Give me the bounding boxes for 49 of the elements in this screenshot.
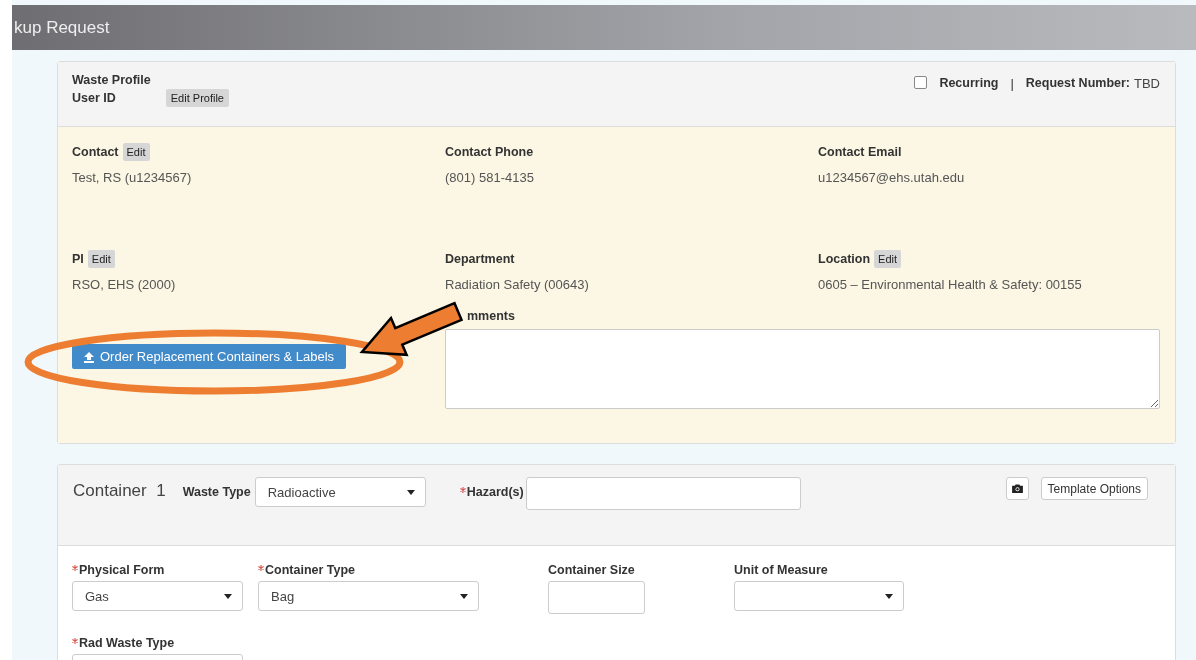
dropdown[interactable]: Gas [72,581,243,611]
caret-icon [885,593,893,599]
request-number: TBD [1134,76,1160,91]
caret-icon [406,489,415,495]
field-label: PI [72,252,84,266]
camera-icon [1011,484,1023,493]
request-number-label: Request Number: [1025,76,1130,90]
container-title: Container 1 [73,481,166,501]
field-label: Rad Waste Type [79,636,175,650]
field-label: Contact [72,145,119,159]
waste-profile-label: Waste Profile [72,73,152,87]
caret-icon [224,593,232,599]
waste-type-select[interactable]: Radioactive [254,477,426,507]
camera-button[interactable] [1005,477,1029,500]
field-label: Contact Phone [445,145,534,159]
field-value: u1234567@ehs.utah.edu [818,170,966,185]
comments-label: mments [466,309,516,323]
order-replacement-button[interactable]: Order Replacement Containers & Labels [72,344,347,369]
recurring-checkbox[interactable] [914,76,928,89]
field-label: Location [818,252,871,266]
field-value: (801) 581-4135 [445,170,535,185]
comments-field[interactable] [445,329,1160,409]
edit-button[interactable]: Edit [874,250,902,268]
field-value: RSO, EHS (2000) [72,277,177,292]
input-field[interactable] [548,581,645,614]
dropdown[interactable]: Bag [258,581,479,611]
field-value: 0605 – Environmental Health & Safety: 00155 [818,277,1083,292]
field-value: Radiation Safety (00643) [445,277,590,292]
field-label: Physical Form [79,563,165,577]
template-options-button[interactable]: Template Options [1040,477,1148,500]
page-title: kup Request [14,17,110,38]
hazards-label: Hazard(s) [466,485,524,499]
field-label: Container Size [548,563,635,577]
separator: | [1010,76,1014,91]
field-value: Test, RS (u1234567) [72,170,193,185]
field-label: Contact Email [818,145,902,159]
edit-button[interactable]: Edit [87,250,115,268]
field-label: Container Type [265,563,356,577]
waste-type-label: Waste Type [182,485,251,499]
edit-profile-button[interactable]: Edit Profile [165,89,229,107]
field-label: Unit of Measure [734,563,828,577]
field-label: Department [445,252,515,266]
user-id-label: User ID [72,91,116,105]
dropdown[interactable] [734,581,904,611]
caret-icon [460,593,468,599]
upload-icon [83,350,95,363]
edit-button[interactable]: Edit [122,143,150,161]
recurring-label: Recurring [939,76,999,90]
hazards-field[interactable] [525,477,801,510]
